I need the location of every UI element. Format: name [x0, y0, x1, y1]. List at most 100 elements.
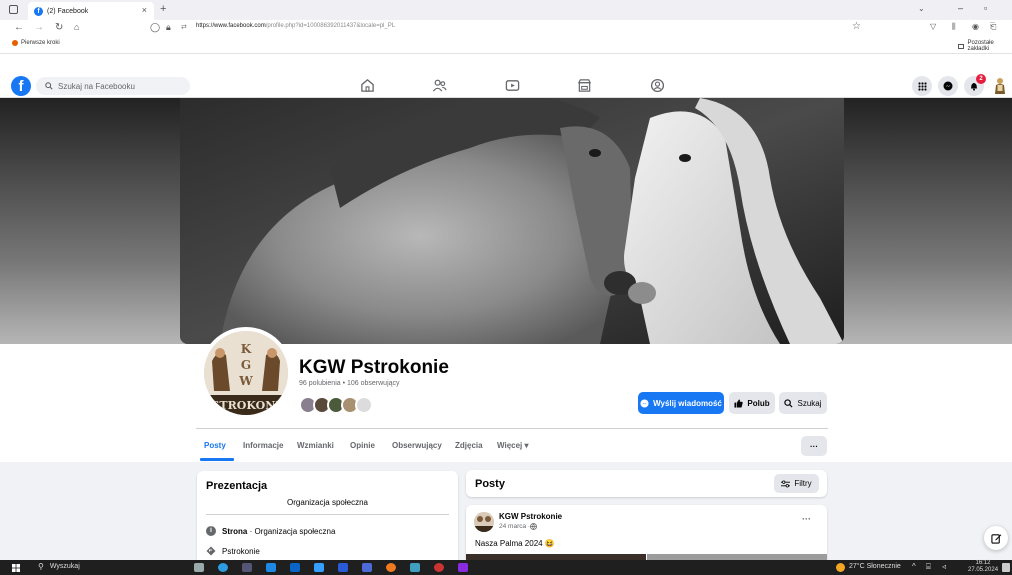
library-icon[interactable]: ⫼ — [952, 22, 956, 32]
volume-icon[interactable]: ◃ — [942, 562, 946, 571]
address-bar[interactable]: https://www.facebook.com/profile.php?id=… — [196, 23, 395, 29]
groups-icon[interactable] — [650, 78, 665, 93]
search-icon — [784, 398, 793, 408]
svg-text:G: G — [241, 358, 251, 372]
clock[interactable]: 16:12 27.05.2024 — [968, 560, 998, 574]
word-icon[interactable] — [338, 563, 348, 572]
tab-list-icon[interactable] — [9, 5, 18, 14]
search-icon: ⚲ — [38, 562, 44, 571]
back-icon[interactable]: ← — [14, 22, 24, 33]
kgw-logo-image: K G W PSTROKONIE — [204, 331, 288, 415]
search-page-button[interactable]: Szukaj — [779, 392, 827, 414]
tab-followers[interactable]: Obserwujący — [392, 441, 442, 450]
app-icon[interactable] — [410, 563, 420, 572]
profile-divider — [196, 428, 828, 429]
extensions-icon[interactable]: ⎗ — [990, 22, 996, 32]
permissions-icon[interactable]: ⇄ — [181, 23, 187, 31]
tab-reviews[interactable]: Opinie — [350, 441, 375, 450]
post-text: Nasza Palma 2024 😆 — [475, 539, 555, 548]
filters-button[interactable]: Filtry — [774, 474, 819, 493]
tab-photos[interactable]: Zdjęcia — [455, 441, 483, 450]
browser-tab[interactable]: f (2) Facebook × — [28, 2, 154, 20]
intro-location[interactable]: Pstrokonie — [206, 546, 260, 556]
bookmark-star-icon[interactable]: ☆ — [852, 21, 861, 32]
minimize-icon[interactable]: – — [958, 3, 963, 13]
like-button[interactable]: Polub — [729, 392, 775, 414]
clock-time: 16:12 — [975, 560, 991, 566]
account-icon[interactable]: ◉ — [972, 22, 979, 31]
watch-icon[interactable] — [505, 78, 520, 93]
tab-more[interactable]: Więcej ▾ — [497, 441, 529, 450]
close-tab-icon[interactable]: × — [142, 5, 147, 15]
app-icon[interactable] — [242, 563, 252, 572]
post-meta[interactable]: 24 marca · — [499, 523, 538, 530]
horses-cover-image — [180, 98, 844, 344]
friends-icon[interactable] — [432, 78, 447, 93]
post-author-avatar[interactable] — [474, 512, 494, 532]
page-name: KGW Pstrokonie — [299, 357, 449, 378]
info-icon: i — [206, 526, 216, 536]
windows-start-icon[interactable] — [12, 564, 20, 572]
firefox-icon[interactable] — [386, 563, 396, 572]
app-icon[interactable] — [458, 563, 468, 572]
mail-icon[interactable] — [290, 563, 300, 572]
home-browser-icon[interactable]: ⌂ — [74, 22, 79, 32]
taskbar-search[interactable]: ⚲ Wyszukaj — [38, 562, 80, 571]
messenger-button[interactable] — [938, 76, 958, 96]
intro-title: Prezentacja — [206, 480, 268, 492]
taskbar-search-label: Wyszukaj — [49, 563, 80, 570]
facebook-logo[interactable]: f — [11, 76, 31, 96]
app-icon[interactable] — [362, 563, 372, 572]
weather-text[interactable]: 27°C Słonecznie — [849, 563, 901, 570]
tracking-shield-icon[interactable]: ◯ — [150, 22, 160, 33]
pocket-icon[interactable]: ▽ — [930, 22, 936, 31]
tab-dropdown-icon[interactable]: ⌄ — [918, 4, 925, 13]
page-type-rest: · Organizacja społeczna — [247, 526, 336, 536]
app-icon[interactable] — [434, 563, 444, 572]
home-icon[interactable] — [360, 78, 375, 93]
edge-icon[interactable] — [218, 563, 228, 572]
intro-card: Prezentacja Organizacja społeczna i Stro… — [197, 471, 458, 566]
bookmark-first-steps[interactable]: Pierwsze kroki — [12, 40, 60, 46]
menu-grid-icon — [917, 81, 927, 91]
menu-grid-button[interactable] — [912, 76, 932, 96]
new-tab-icon[interactable]: + — [160, 3, 166, 15]
profile-avatar[interactable]: K G W PSTROKONIE — [200, 327, 292, 419]
globe-icon — [530, 523, 538, 530]
messenger-icon — [943, 81, 953, 91]
follower-avatar[interactable] — [355, 396, 373, 414]
network-icon[interactable]: ⌸ — [926, 562, 931, 572]
post-menu-icon[interactable]: ··· — [802, 514, 811, 524]
ie-icon[interactable] — [314, 563, 324, 572]
bookmark-label: Pierwsze kroki — [21, 40, 60, 46]
store-icon[interactable] — [266, 563, 276, 572]
page-type-bold: Strona — [222, 526, 248, 536]
post-date: 24 marca · — [499, 523, 531, 530]
restore-icon[interactable]: ▫ — [984, 3, 987, 13]
posts-header-card: Posty Filtry — [466, 470, 827, 497]
tab-mentions[interactable]: Wzmianki — [297, 441, 334, 450]
marketplace-icon[interactable] — [577, 78, 592, 93]
tab-posts[interactable]: Posty — [204, 441, 226, 450]
post-author[interactable]: KGW Pstrokonie — [499, 512, 562, 521]
bookmark-other[interactable]: Pozostałe zakładki — [958, 40, 1012, 52]
facebook-header: f Szukaj na Facebooku 2 — [0, 54, 1012, 98]
facebook-search[interactable]: Szukaj na Facebooku — [36, 77, 190, 95]
search-icon — [45, 82, 53, 90]
page-stats[interactable]: 96 polubienia • 106 obserwujący — [299, 380, 400, 387]
account-avatar[interactable] — [990, 76, 1010, 96]
intro-divider — [206, 514, 449, 515]
tray-chevron-icon[interactable]: ^ — [912, 562, 916, 571]
forward-icon[interactable]: → — [34, 22, 44, 33]
lock-icon[interactable]: 🔒︎ — [166, 22, 171, 33]
send-message-button[interactable]: Wyślij wiadomość — [638, 392, 724, 414]
new-message-button[interactable] — [984, 526, 1008, 550]
notifications-center-icon[interactable] — [1002, 563, 1010, 572]
reload-icon[interactable]: ↻ — [55, 22, 63, 33]
task-view-icon[interactable] — [194, 563, 204, 572]
location-icon — [206, 546, 216, 556]
tab-info[interactable]: Informacje — [243, 441, 283, 450]
cover-photo[interactable] — [180, 98, 844, 344]
page-options-button[interactable]: ··· — [801, 436, 827, 456]
weather-sun-icon[interactable] — [836, 563, 845, 572]
